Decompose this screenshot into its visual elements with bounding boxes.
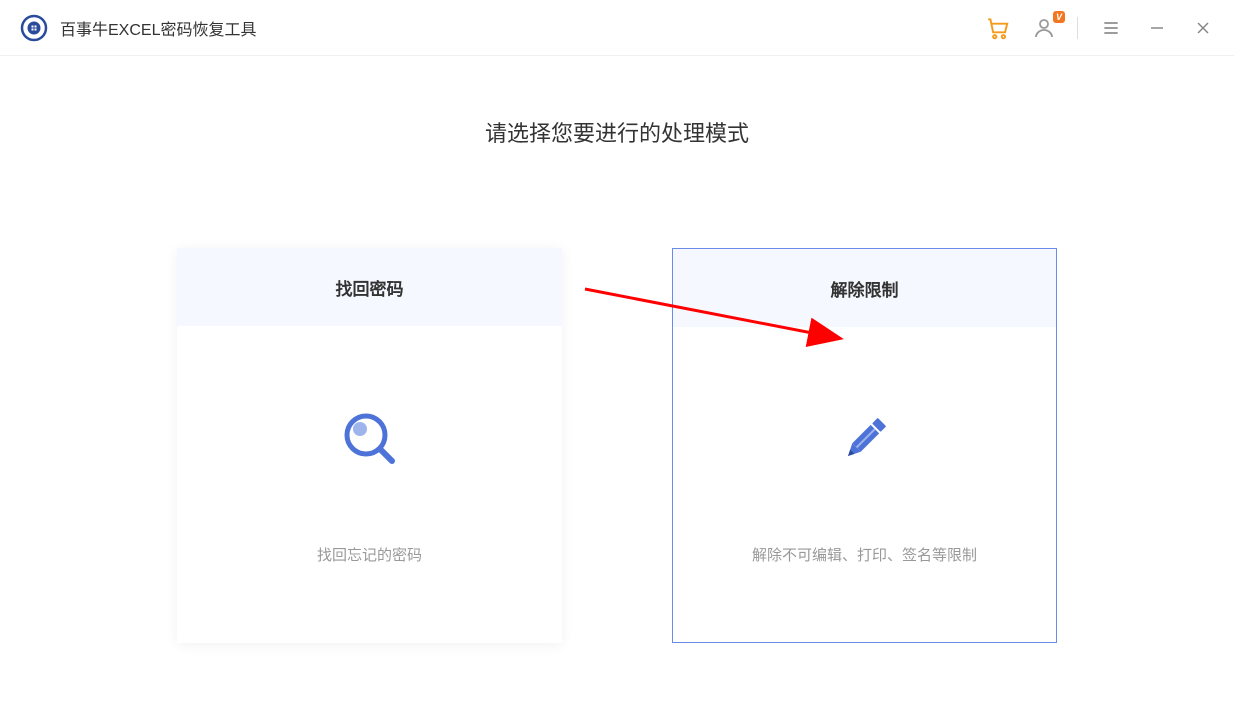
app-title: 百事牛EXCEL密码恢复工具 xyxy=(60,16,256,40)
card-desc: 解除不可编辑、打印、签名等限制 xyxy=(752,544,977,565)
menu-icon[interactable] xyxy=(1098,15,1124,41)
app-logo-icon xyxy=(20,14,48,42)
cart-icon[interactable] xyxy=(985,15,1011,41)
card-title: 解除限制 xyxy=(673,249,1056,327)
card-body: 找回忘记的密码 xyxy=(177,326,562,643)
titlebar: 百事牛EXCEL密码恢复工具 V xyxy=(0,0,1234,56)
page-heading: 请选择您要进行的处理模式 xyxy=(485,116,749,148)
card-title: 找回密码 xyxy=(177,248,562,326)
minimize-button[interactable] xyxy=(1144,15,1170,41)
titlebar-left: 百事牛EXCEL密码恢复工具 xyxy=(20,14,256,42)
magnifier-icon xyxy=(335,404,405,474)
profile-icon[interactable]: V xyxy=(1031,15,1057,41)
main-content: 请选择您要进行的处理模式 找回密码 找回忘记的密码 解除限制 xyxy=(0,56,1234,643)
mode-cards: 找回密码 找回忘记的密码 解除限制 xyxy=(177,248,1057,643)
card-desc: 找回忘记的密码 xyxy=(317,544,422,565)
titlebar-right: V xyxy=(985,15,1216,41)
vip-badge-icon: V xyxy=(1053,11,1065,23)
card-remove-restriction[interactable]: 解除限制 解除不可编辑、打印、签名等限制 xyxy=(672,248,1057,643)
divider xyxy=(1077,17,1078,39)
pencil-icon xyxy=(830,404,900,474)
card-recover-password[interactable]: 找回密码 找回忘记的密码 xyxy=(177,248,562,643)
card-body: 解除不可编辑、打印、签名等限制 xyxy=(673,327,1056,642)
close-button[interactable] xyxy=(1190,15,1216,41)
